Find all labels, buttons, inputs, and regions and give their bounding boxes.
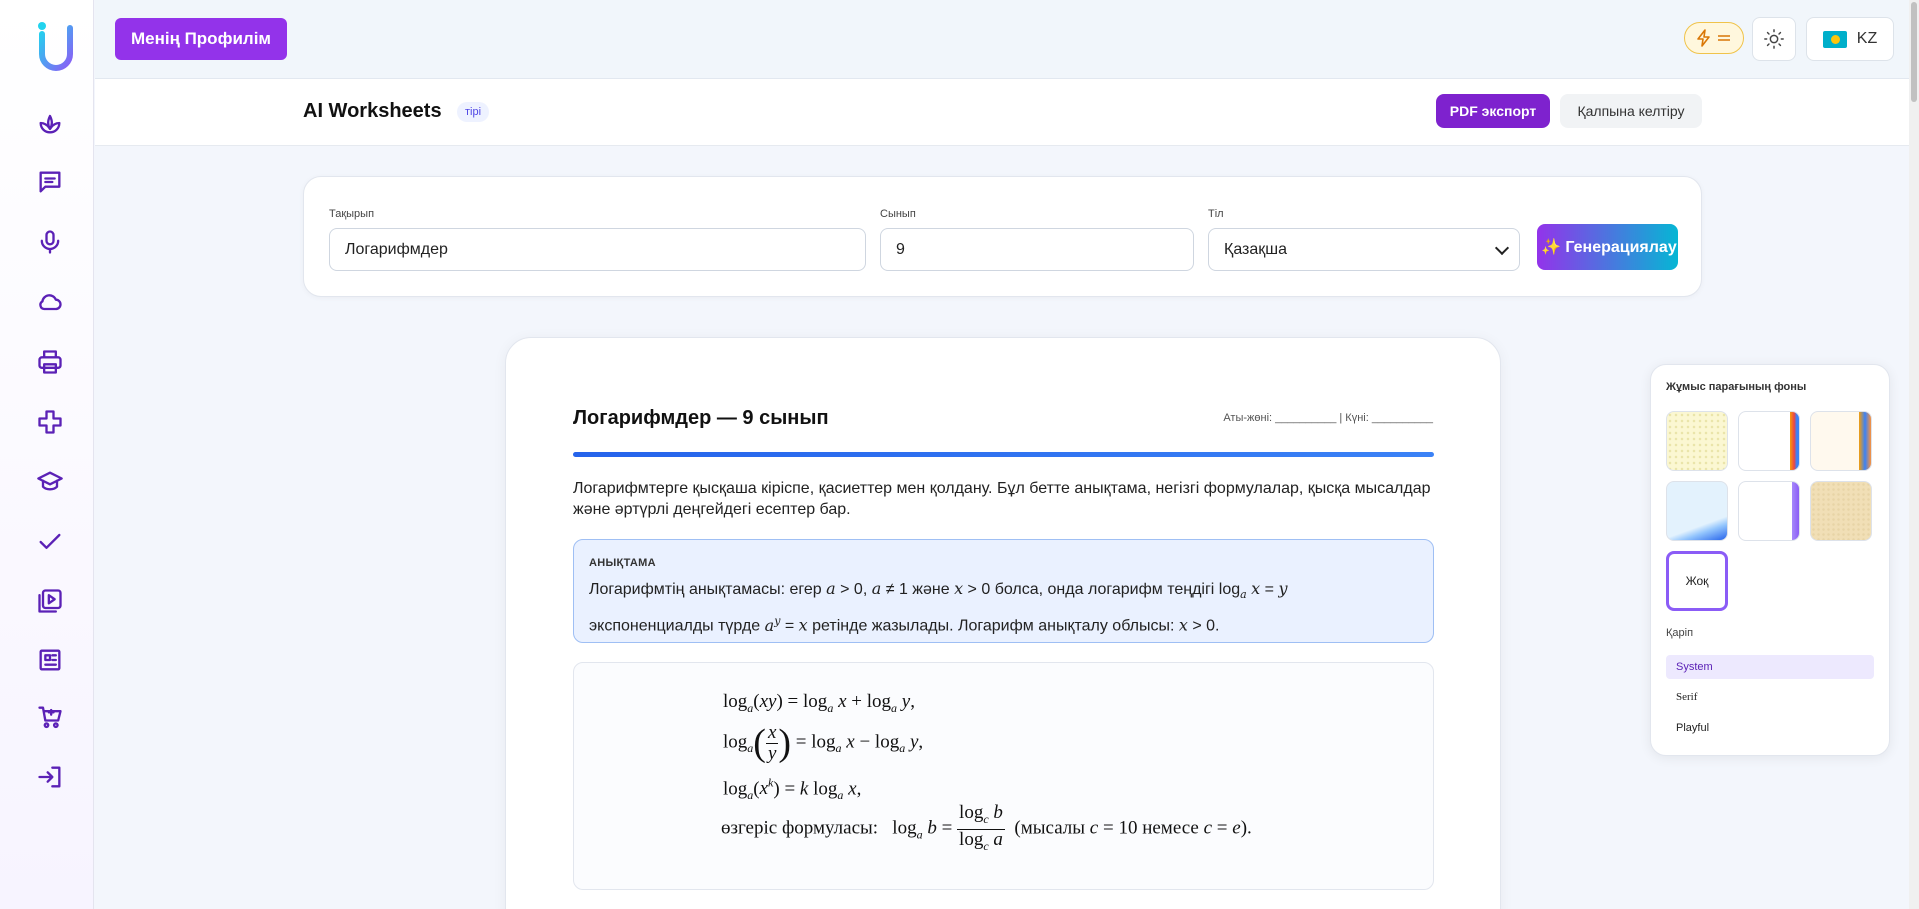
worksheet-intro: Логарифмтерге қысқаша кіріспе, қасиеттер… [573, 480, 1431, 518]
energy-indicator[interactable] [1684, 22, 1744, 54]
reset-button[interactable]: Қалпына келтіру [1560, 94, 1702, 128]
worksheet-title: Логарифмдер — 9 сынып [573, 407, 829, 429]
sun-icon [1764, 29, 1784, 49]
check-icon[interactable] [32, 524, 68, 560]
grade-label: Сынып [880, 208, 916, 220]
power-rule-formula: loga(xk) = k loga x, [723, 776, 862, 803]
pdf-export-button[interactable]: PDF экспорт [1436, 94, 1550, 128]
language-select-value: Қазақша [1224, 240, 1288, 258]
page-header: AI Worksheets тірі PDF экспорт Қалпына к… [95, 79, 1909, 146]
cloud-icon[interactable] [32, 284, 68, 320]
title-divider [573, 452, 1434, 457]
printer-icon[interactable] [32, 344, 68, 380]
quotient-rule-formula: loga(x y) = loga x − loga y, [723, 721, 924, 764]
cart-icon[interactable] [32, 699, 68, 735]
definition-text: Логарифмтің анықтамасы: егер a > 0, a ≠ … [589, 579, 1288, 635]
change-of-base-formula: өзгеріс формуласы: loga b = logc b logc a… [721, 802, 1252, 853]
page-title: AI Worksheets [303, 100, 442, 122]
definition-heading: АНЫҚТАМА [589, 557, 656, 569]
grade-input[interactable]: 9 [880, 228, 1194, 271]
language-select-label: Тіл [1208, 208, 1224, 220]
app-logo[interactable] [34, 20, 78, 72]
background-swatch-violet-edge[interactable] [1738, 481, 1800, 541]
worksheet-preview: Логарифмдер — 9 сынып Аты-жөні: ________… [505, 337, 1501, 909]
worksheet-form: Тақырып Логарифмдер Сынып 9 Тіл Қазақша … [303, 176, 1702, 297]
microphone-icon[interactable] [32, 224, 68, 260]
language-switcher[interactable]: KZ [1806, 17, 1894, 61]
font-option-system[interactable]: System [1666, 655, 1874, 679]
background-swatch-blue[interactable] [1666, 481, 1728, 541]
background-swatch-parchment[interactable] [1810, 481, 1872, 541]
background-swatch-notebook[interactable] [1738, 411, 1800, 471]
font-label: Қаріп [1666, 627, 1694, 639]
topic-label: Тақырып [329, 208, 375, 220]
language-label: KZ [1856, 30, 1878, 47]
theme-toggle-button[interactable] [1752, 17, 1796, 61]
background-swatch-colorful[interactable] [1810, 411, 1872, 471]
my-profile-button[interactable]: Менің Профилім [115, 18, 287, 60]
status-badge: тірі [457, 102, 490, 122]
video-library-icon[interactable] [32, 583, 68, 619]
product-rule-formula: loga(xy) = loga x + loga y, [723, 691, 915, 715]
background-panel: Жұмыс парағының фоны Жоқ Қаріп System Se… [1650, 364, 1890, 756]
sidebar [0, 0, 94, 909]
name-date-line: Аты-жөні: __________ | Күні: __________ [1223, 412, 1433, 424]
page-scrollbar[interactable] [1909, 0, 1919, 909]
chevron-down-icon [1494, 240, 1510, 256]
login-icon[interactable] [32, 759, 68, 795]
scrollbar-thumb[interactable] [1911, 2, 1917, 102]
lightning-icon [1697, 29, 1710, 47]
background-panel-title: Жұмыс парағының фоны [1666, 381, 1807, 393]
newspaper-icon[interactable] [32, 642, 68, 678]
chat-icon[interactable] [32, 164, 68, 200]
font-option-playful[interactable]: Playful [1666, 716, 1874, 740]
generate-button[interactable]: ✨ Генерациялау [1537, 224, 1678, 270]
equals-icon [1718, 35, 1730, 41]
topic-input[interactable]: Логарифмдер [329, 228, 866, 271]
lotus-icon[interactable] [32, 105, 68, 141]
gamepad-icon[interactable] [32, 404, 68, 440]
graduation-cap-icon[interactable] [32, 464, 68, 500]
formula-box: loga(xy) = loga x + loga y, loga(x y) = l… [573, 662, 1434, 890]
kz-flag-icon [1822, 30, 1847, 48]
topbar: Менің Профилім KZ [95, 0, 1909, 79]
language-select[interactable]: Қазақша [1208, 228, 1520, 271]
background-swatch-none[interactable]: Жоқ [1666, 551, 1728, 611]
background-swatch-dotted-yellow[interactable] [1666, 411, 1728, 471]
font-option-serif[interactable]: Serif [1666, 685, 1874, 709]
definition-box: АНЫҚТАМА Логарифмтің анықтамасы: егер a … [573, 539, 1434, 643]
